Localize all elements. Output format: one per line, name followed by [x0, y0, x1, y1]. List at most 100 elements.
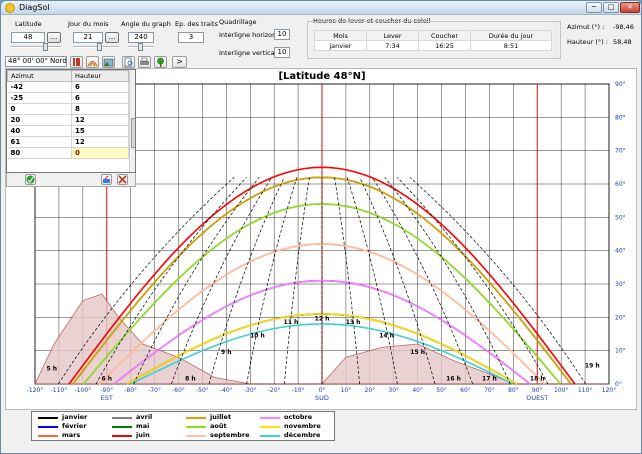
- hauteur-cell[interactable]: 6: [71, 81, 129, 93]
- hour-label: 17 h: [482, 376, 497, 383]
- x-tick-label: -10°: [292, 387, 305, 394]
- tree-icon[interactable]: [154, 56, 167, 68]
- thickness-input[interactable]: 3: [178, 32, 204, 43]
- x-tick-label: 60°: [460, 387, 471, 394]
- sun-cell-set[interactable]: 16:25: [418, 40, 471, 51]
- table-row[interactable]: 40 15: [7, 125, 129, 137]
- x-tick-label: -120°: [27, 387, 44, 394]
- table-row[interactable]: 08: [7, 103, 129, 115]
- hauteur-readout-label: Hauteur (°) :: [567, 38, 608, 46]
- delete-icon[interactable]: [117, 174, 128, 185]
- table-row[interactable]: -42 6: [7, 81, 129, 93]
- hour-label: 18 h: [530, 376, 545, 383]
- edit-icon[interactable]: [101, 174, 112, 185]
- grid-vertical-input[interactable]: 10: [274, 47, 290, 58]
- grid-horizontal-input[interactable]: 10: [274, 29, 290, 40]
- azimut-cell[interactable]: 40: [7, 125, 72, 137]
- y-tick-label: 20°: [615, 314, 626, 321]
- x-tick-label: 120°: [602, 387, 616, 394]
- azimut-cell[interactable]: -25: [7, 92, 72, 104]
- azimut-readout-label: Azimut (°) :: [567, 23, 605, 31]
- sun-times-table: Mois Lever Coucher Durée du jour janvier…: [314, 30, 552, 51]
- legend-item: juin: [112, 431, 150, 439]
- table-row[interactable]: 61 12: [7, 136, 129, 148]
- table-row[interactable]: 80 0: [7, 147, 129, 159]
- x-tick-label: 50°: [436, 387, 447, 394]
- azimut-readout-value: -98,46: [613, 23, 634, 31]
- grid-label: Quadrillage: [219, 18, 257, 26]
- y-tick-label: 30°: [615, 281, 626, 288]
- day-input[interactable]: 21: [73, 32, 103, 43]
- legend-item: mars: [38, 431, 80, 439]
- azimut-cell[interactable]: 80: [7, 147, 72, 159]
- table-row[interactable]: 20 12: [7, 114, 129, 126]
- table-row[interactable]: -25 6: [7, 92, 129, 104]
- next-button[interactable]: >: [172, 56, 187, 68]
- validate-icon[interactable]: [25, 174, 36, 185]
- hour-label: 14 h: [379, 332, 394, 339]
- print-preview-icon[interactable]: [122, 56, 135, 68]
- azimut-cell[interactable]: 0: [7, 103, 72, 115]
- app-sun-icon: [5, 3, 15, 13]
- latitude-input[interactable]: 48: [11, 32, 45, 43]
- angle-input[interactable]: 240: [128, 32, 154, 43]
- x-tick-label: 30°: [388, 387, 399, 394]
- azimut-table-scrollbar[interactable]: [129, 70, 135, 172]
- title-bar[interactable]: DiagSol ─ □ ✕: [1, 1, 641, 15]
- x-tick-label: 90°: [532, 387, 543, 394]
- legend-item: mai: [112, 422, 149, 430]
- azimut-cell[interactable]: 20: [7, 114, 72, 126]
- day-slider[interactable]: [73, 43, 119, 51]
- day-picker-button[interactable]: ...: [105, 32, 119, 43]
- azimut-table-panel[interactable]: Azimut Hauteur -42 6 -25 6 08 20 12 40 15 61…: [6, 69, 136, 173]
- sun-path-icon[interactable]: [86, 56, 99, 68]
- sun-col-set: Coucher: [418, 30, 471, 41]
- hauteur-cell[interactable]: 8: [71, 103, 129, 115]
- sun-times-group: Mois Lever Coucher Durée du jour janvier…: [307, 21, 561, 59]
- hauteur-cell[interactable]: 12: [71, 114, 129, 126]
- azimut-col-header: Azimut: [7, 70, 72, 82]
- sun-cell-duration[interactable]: 8:51: [470, 40, 552, 51]
- legend-item: avril: [112, 413, 152, 421]
- x-tick-label: -60°: [172, 387, 185, 394]
- azimut-cell[interactable]: 61: [7, 136, 72, 148]
- hour-label: 10 h: [250, 332, 265, 339]
- maximize-button[interactable]: □: [603, 2, 619, 13]
- x-tick-label: 70°: [484, 387, 495, 394]
- image-icon[interactable]: [102, 56, 115, 68]
- bookmark-icon[interactable]: [70, 56, 83, 68]
- latitude-picker-button[interactable]: ...: [47, 32, 61, 43]
- sun-cell-month[interactable]: janvier: [314, 40, 367, 51]
- x-tick-label: 40°: [412, 387, 423, 394]
- azimut-cell[interactable]: -42: [7, 81, 72, 93]
- legend-item: novembre: [260, 422, 321, 430]
- latitude-slider[interactable]: [11, 43, 61, 51]
- x-tick-label: -40°: [220, 387, 233, 394]
- hauteur-cell[interactable]: 12: [71, 136, 129, 148]
- chart-legend: janvier février mars avril mai juin juil…: [31, 411, 335, 441]
- x-tick-label: 10°: [341, 387, 352, 394]
- y-tick-label: 60°: [615, 181, 626, 188]
- minimize-button[interactable]: ─: [586, 2, 602, 13]
- latitude-label: Latitude: [15, 20, 42, 28]
- direction-label: SUD: [315, 394, 329, 402]
- grid-vertical-label: Interligne vertical: [219, 49, 277, 57]
- x-tick-label: 100°: [554, 387, 568, 394]
- legend-item: février: [38, 422, 87, 430]
- hauteur-cell-selected[interactable]: 0: [71, 147, 129, 159]
- hauteur-cell[interactable]: 6: [71, 92, 129, 104]
- day-label: Jour du mois: [68, 20, 109, 28]
- x-tick-label: -30°: [244, 387, 257, 394]
- y-tick-label: 40°: [615, 248, 626, 255]
- legend-item: octobre: [260, 413, 312, 421]
- hauteur-cell[interactable]: 15: [71, 125, 129, 137]
- sun-table-scrollbar[interactable]: [553, 23, 559, 57]
- close-button[interactable]: ✕: [620, 2, 640, 13]
- hour-label: 5 h: [46, 366, 57, 373]
- angle-slider[interactable]: [128, 43, 154, 51]
- print-icon[interactable]: [138, 56, 151, 68]
- sun-cell-rise[interactable]: 7:34: [366, 40, 419, 51]
- x-tick-label: -70°: [148, 387, 161, 394]
- hour-label: 12 h: [315, 316, 330, 323]
- hour-label: 6 h: [101, 376, 112, 383]
